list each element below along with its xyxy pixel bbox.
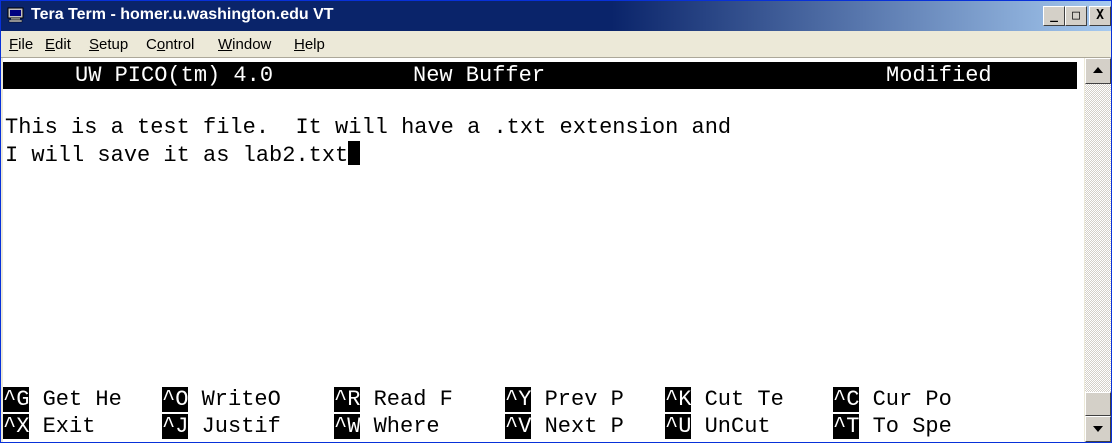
text-line-1: This is a test file. It will have a .txt… bbox=[5, 115, 732, 140]
shortcut-next-page[interactable]: ^V Next P bbox=[505, 413, 624, 440]
shortcut-to-spell[interactable]: ^T To Spe bbox=[833, 413, 952, 440]
shortcut-justify[interactable]: ^J Justif bbox=[162, 413, 281, 440]
shortcut-write-out[interactable]: ^O WriteO bbox=[162, 386, 281, 413]
window-title: Tera Term - homer.u.washington.edu VT bbox=[31, 6, 334, 23]
shortcut-exit[interactable]: ^X Exit bbox=[3, 413, 122, 440]
menu-control[interactable]: Control bbox=[146, 36, 194, 53]
text-line-2: I will save it as lab2.txt bbox=[5, 141, 361, 169]
menu-window[interactable]: Window bbox=[218, 36, 271, 53]
shortcut-read-file[interactable]: ^R Read F bbox=[334, 386, 453, 413]
menu-help[interactable]: Help bbox=[294, 36, 325, 53]
scroll-up-arrow-icon bbox=[1093, 67, 1103, 73]
teraterm-window: Tera Term - homer.u.washington.edu VT _ … bbox=[0, 0, 1112, 443]
maximize-button[interactable]: □ bbox=[1065, 6, 1087, 26]
shortcut-prev-page[interactable]: ^Y Prev P bbox=[505, 386, 624, 413]
text-cursor bbox=[348, 141, 361, 165]
scroll-down-arrow-icon bbox=[1093, 426, 1103, 432]
menu-edit[interactable]: Edit bbox=[45, 36, 71, 53]
app-version: UW PICO(tm) 4.0 bbox=[75, 63, 274, 88]
title-bar[interactable]: Tera Term - homer.u.washington.edu VT _ … bbox=[1, 1, 1111, 31]
vertical-scrollbar[interactable] bbox=[1085, 58, 1111, 442]
minimize-button[interactable]: _ bbox=[1043, 6, 1065, 26]
scrollbar-thumb[interactable] bbox=[1085, 392, 1111, 416]
shortcut-cur-pos[interactable]: ^C Cur Po bbox=[833, 386, 952, 413]
teraterm-app-icon[interactable] bbox=[7, 7, 25, 23]
scroll-up-button[interactable] bbox=[1085, 58, 1111, 84]
scroll-down-button[interactable] bbox=[1085, 416, 1111, 442]
shortcut-get-help[interactable]: ^G Get He bbox=[3, 386, 122, 413]
shortcut-cut-text[interactable]: ^K Cut Te bbox=[665, 386, 784, 413]
menu-setup[interactable]: Setup bbox=[89, 36, 128, 53]
shortcut-uncut-text[interactable]: ^U UnCut bbox=[665, 413, 784, 440]
shortcut-where-is[interactable]: ^W Where bbox=[334, 413, 453, 440]
menu-file[interactable]: File bbox=[9, 36, 33, 53]
buffer-state: Modified bbox=[886, 63, 992, 88]
menu-bar: File Edit Setup Control Window Help bbox=[1, 31, 1111, 58]
pico-status-bar: UW PICO(tm) 4.0 New Buffer Modified bbox=[3, 62, 1077, 89]
close-button[interactable]: X bbox=[1089, 6, 1111, 26]
terminal-screen[interactable]: UW PICO(tm) 4.0 New Buffer Modified This… bbox=[3, 58, 1084, 442]
buffer-name: New Buffer bbox=[413, 63, 546, 88]
